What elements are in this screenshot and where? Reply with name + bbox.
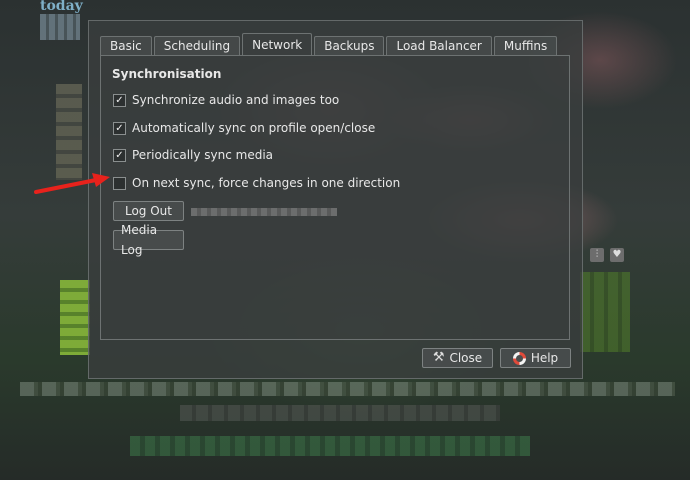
close-button[interactable]: ⚒ Close <box>422 348 493 368</box>
background-text-row-3 <box>130 436 530 456</box>
equalizer-icon: ⫶ <box>590 248 604 262</box>
lifebuoy-icon <box>512 351 526 365</box>
media-log-button[interactable]: Media Log <box>113 223 184 257</box>
option-label: Periodically sync media <box>132 148 274 162</box>
log-out-button[interactable]: Log Out <box>113 201 184 221</box>
checkbox[interactable]: ✓ <box>113 93 126 107</box>
tab-bar: Basic Scheduling Network Backups Load Ba… <box>100 33 559 56</box>
close-label: Close <box>449 351 483 365</box>
preferences-dialog: Basic Scheduling Network Backups Load Ba… <box>88 20 583 379</box>
option-auto-sync-profile[interactable]: ✓ Automatically sync on profile open/clo… <box>113 121 375 135</box>
checkbox[interactable]: ✓ <box>113 121 126 135</box>
checkbox[interactable] <box>113 176 126 190</box>
background-green-block <box>60 280 90 355</box>
option-force-one-direction[interactable]: On next sync, force changes in one direc… <box>113 176 400 190</box>
background-title: today <box>40 0 83 14</box>
background-pixel-block <box>40 14 80 40</box>
tab-muffins[interactable]: Muffins <box>493 36 558 56</box>
help-label: Help <box>530 351 559 365</box>
network-panel: Synchronisation ✓ Synchronize audio and … <box>100 55 570 340</box>
option-periodic-media-sync[interactable]: ✓ Periodically sync media <box>113 148 273 162</box>
background-text-row <box>20 382 675 396</box>
checkbox[interactable]: ✓ <box>113 148 126 162</box>
help-button[interactable]: Help <box>500 348 571 368</box>
option-label: Synchronize audio and images too <box>132 93 340 107</box>
background-side-icons: ⫶ ♥ <box>590 248 624 262</box>
option-label: Automatically sync on profile open/close <box>132 121 376 135</box>
tab-basic[interactable]: Basic <box>100 36 152 56</box>
account-name-redacted <box>191 208 337 216</box>
option-sync-audio-images[interactable]: ✓ Synchronize audio and images too <box>113 93 339 107</box>
broom-icon: ⚒ <box>432 350 445 365</box>
option-label: On next sync, force changes in one direc… <box>132 176 401 190</box>
background-green-block-right <box>580 272 630 352</box>
background-text-row-2 <box>180 405 500 421</box>
annotation-arrow-icon <box>34 173 110 194</box>
background-pixel-column <box>56 84 82 180</box>
section-title: Synchronisation <box>112 67 222 81</box>
tab-scheduling[interactable]: Scheduling <box>153 36 241 56</box>
tab-network[interactable]: Network <box>242 33 313 56</box>
tab-backups[interactable]: Backups <box>314 36 385 56</box>
tab-load-balancer[interactable]: Load Balancer <box>386 36 492 56</box>
heart-icon: ♥ <box>610 248 624 262</box>
